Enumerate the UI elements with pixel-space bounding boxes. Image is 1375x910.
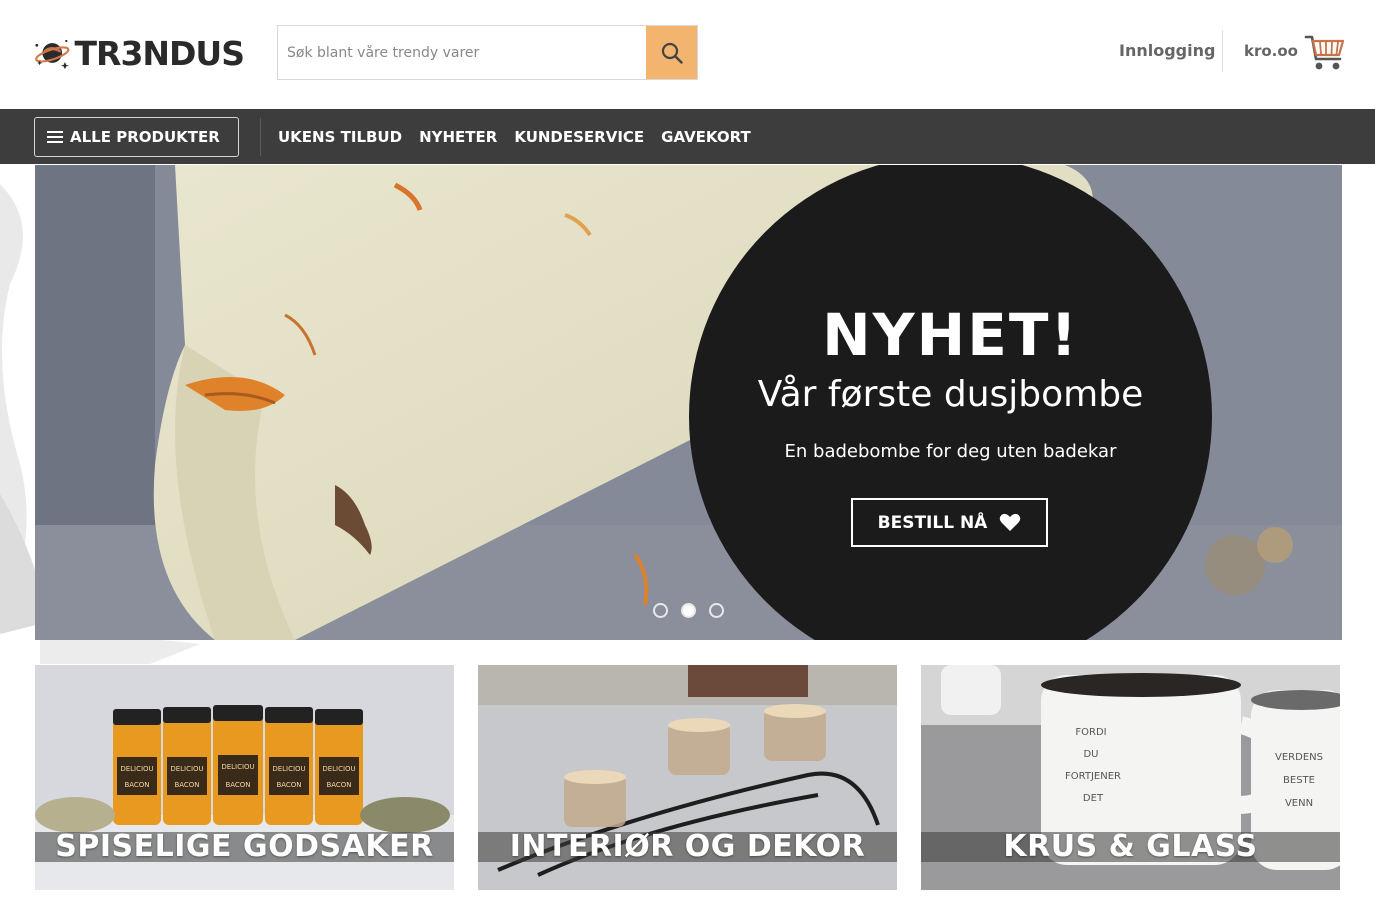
hero-subtitle: Vår første dusjbombe — [757, 374, 1144, 415]
hamburger-icon — [47, 131, 63, 143]
all-products-label: ALLE PRODUKTER — [70, 128, 220, 146]
jar-5-flavor: BACON — [326, 781, 351, 789]
carousel-dots — [653, 603, 724, 618]
jar-2-brand: DELICIOU — [170, 765, 203, 773]
category-tile-interior-og-dekor[interactable]: INTERIØR OG DEKOR — [478, 665, 897, 890]
mug2-line-1: VERDENS — [1275, 752, 1323, 763]
jar-3-brand: DELICIOU — [221, 763, 254, 771]
all-products-button[interactable]: ALLE PRODUKTER — [34, 117, 239, 157]
hero-banner[interactable]: NYHET! Vår første dusjbombe En badebombe… — [35, 165, 1342, 640]
jar-4-brand: DELICIOU — [272, 765, 305, 773]
nav-divider — [260, 118, 261, 156]
mug2-line-2: BESTE — [1283, 775, 1315, 786]
hero-description: En badebombe for deg uten badekar — [784, 441, 1117, 462]
jar-3-flavor: BACON — [225, 781, 250, 789]
logo-text: TR3NDUS — [74, 33, 245, 73]
carousel-dot-3[interactable] — [709, 603, 724, 618]
cart-button[interactable] — [1304, 33, 1346, 77]
hero-title: NYHET! — [822, 301, 1079, 369]
main-nav: ALLE PRODUKTER UKENS TILBUD NYHETER KUND… — [0, 109, 1375, 164]
category-label: SPISELIGE GODSAKER — [55, 829, 434, 864]
site-header: TR3NDUS Innlogging kro.oo — [0, 0, 1375, 109]
carousel-dot-1[interactable] — [653, 603, 668, 618]
search-button[interactable] — [646, 26, 697, 79]
nav-link-kundeservice[interactable]: KUNDESERVICE — [514, 128, 644, 146]
jar-1-flavor: BACON — [124, 781, 149, 789]
search-input[interactable] — [278, 26, 646, 79]
search-bar — [277, 25, 698, 80]
category-tile-krus-og-glass[interactable]: FORDI DU FORTJENER DET VERDENS BESTE VEN… — [921, 665, 1340, 890]
site-logo[interactable]: TR3NDUS — [34, 28, 245, 78]
nav-links: UKENS TILBUD NYHETER KUNDESERVICE GAVEKO… — [278, 109, 768, 164]
mug1-line-4: DET — [1083, 793, 1104, 804]
login-link[interactable]: Innlogging — [1119, 41, 1215, 60]
planet-icon — [35, 39, 70, 70]
mug1-line-2: DU — [1083, 749, 1098, 760]
jar-5-brand: DELICIOU — [322, 765, 355, 773]
carousel-dot-2[interactable] — [681, 603, 696, 618]
category-tile-spiselige-godsaker[interactable]: DELICIOU BACON DELICIOU BACON DELICIOU B… — [35, 665, 454, 890]
mug2-line-3: VENN — [1285, 798, 1313, 809]
nav-link-gavekort[interactable]: GAVEKORT — [661, 128, 751, 146]
cart-total[interactable]: kro.oo — [1244, 42, 1298, 60]
nav-link-ukens-tilbud[interactable]: UKENS TILBUD — [278, 128, 402, 146]
nav-link-nyheter[interactable]: NYHETER — [419, 128, 497, 146]
order-now-label: BESTILL NÅ — [877, 512, 988, 533]
jar-2-flavor: BACON — [174, 781, 199, 789]
heart-icon — [1000, 513, 1021, 531]
jar-4-flavor: BACON — [276, 781, 301, 789]
category-label: KRUS & GLASS — [1003, 829, 1258, 864]
jar-1-brand: DELICIOU — [120, 765, 153, 773]
search-icon — [661, 42, 683, 64]
mug1-line-1: FORDI — [1075, 727, 1106, 738]
mug1-line-3: FORTJENER — [1065, 771, 1121, 782]
header-divider — [1222, 30, 1223, 72]
order-now-button[interactable]: BESTILL NÅ — [851, 498, 1048, 547]
cart-icon — [1304, 35, 1345, 70]
category-label: INTERIØR OG DEKOR — [509, 829, 866, 864]
